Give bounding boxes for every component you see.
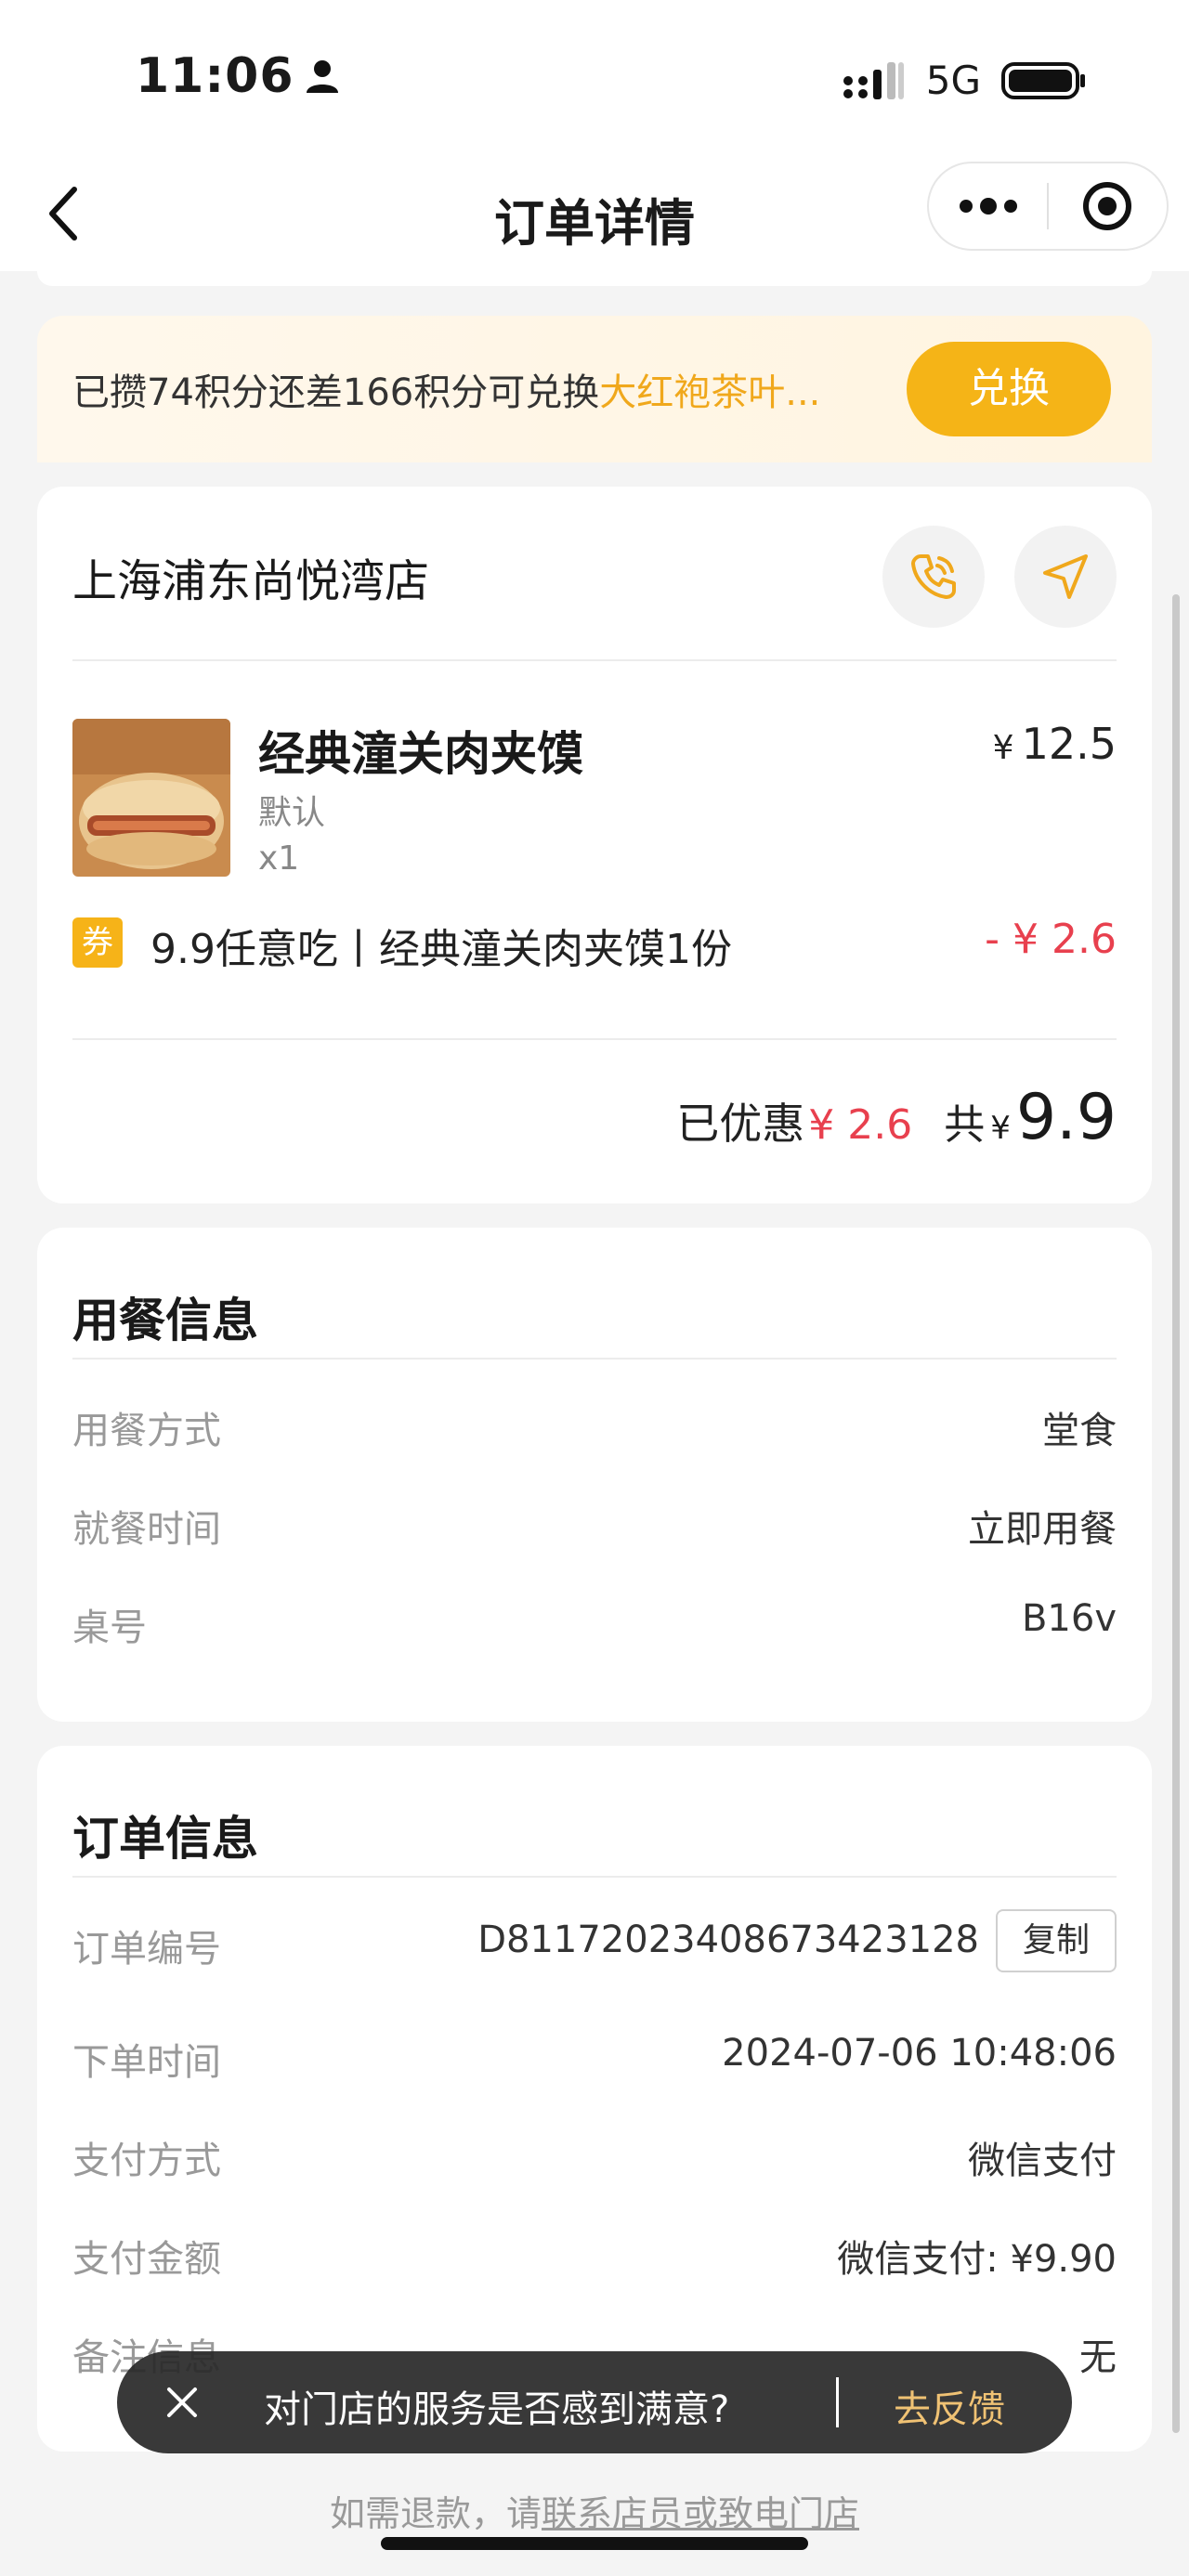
points-banner: 已攒74积分还差166积分可兑换大红袍茶叶... 兑换: [37, 316, 1152, 462]
row-value: 立即用餐: [968, 1508, 1117, 1551]
store-name: 上海浦东尚悦湾店: [72, 555, 430, 607]
item-price: ¥12.5: [993, 719, 1117, 769]
network-label: 5G: [925, 58, 981, 103]
points-reward[interactable]: 大红袍茶叶...: [599, 371, 820, 414]
call-store-button[interactable]: [882, 526, 985, 628]
feedback-toast: 对门店的服务是否感到满意? 去反馈: [117, 2351, 1072, 2453]
dining-info-card: 用餐信息 用餐方式 堂食 就餐时间 立即用餐 桌号 B16v: [37, 1228, 1152, 1722]
previous-card-edge: [37, 271, 1152, 286]
row-key: 支付方式: [72, 2140, 221, 2182]
feedback-link[interactable]: 去反馈: [894, 2379, 1005, 2433]
contact-store-link[interactable]: 联系店员或致电门店: [542, 2493, 859, 2534]
item-price-value: 12.5: [1021, 719, 1117, 769]
refund-prefix: 如需退款，请: [329, 2493, 542, 2534]
more-icon[interactable]: [929, 162, 1047, 251]
status-indicators: 5G: [843, 58, 1087, 103]
discount-label: 已优惠: [676, 1099, 805, 1149]
row-key: 订单编号: [72, 1928, 221, 1971]
navigate-store-button[interactable]: [1014, 526, 1117, 628]
row-value: B16v: [1021, 1597, 1117, 1640]
order-number: D81172023408673423128: [477, 1919, 979, 1961]
divider: [72, 1038, 1117, 1040]
copy-button[interactable]: 复制: [996, 1909, 1117, 1972]
close-mini-program-icon[interactable]: [1049, 162, 1167, 251]
feedback-question: 对门店的服务是否感到满意?: [264, 2388, 730, 2431]
points-text: 已攒74积分还差166积分可兑换大红袍茶叶...: [72, 362, 820, 416]
status-time: 11:06: [136, 48, 341, 104]
row-key: 桌号: [72, 1607, 147, 1649]
section-title: 用餐信息: [72, 1294, 258, 1347]
navigation-arrow-icon: [1043, 554, 1088, 599]
scrollbar[interactable]: [1172, 594, 1180, 2433]
coupon-name: 9.9任意吃丨经典潼关肉夹馍1份: [150, 926, 732, 973]
close-icon[interactable]: [162, 2382, 203, 2423]
item-name: 经典潼关肉夹馍: [258, 727, 583, 781]
phone-icon: [911, 554, 956, 599]
signal-icon: [843, 61, 904, 99]
info-row: 支付金额 微信支付: ¥9.90: [72, 2229, 1117, 2284]
redeem-button[interactable]: 兑换: [907, 342, 1111, 436]
order-summary: 已优惠 ¥ 2.6 共 ¥ 9.9: [676, 1081, 1117, 1154]
section-title: 订单信息: [72, 1812, 258, 1866]
row-value: 无: [1079, 2336, 1117, 2379]
row-key: 支付金额: [72, 2238, 221, 2281]
mini-program-capsule: [927, 162, 1169, 251]
coupon-discount: - ¥ 2.6: [985, 916, 1117, 963]
home-indicator[interactable]: [381, 2537, 808, 2550]
info-row: 就餐时间 立即用餐: [72, 1499, 1117, 1555]
row-value: 微信支付: [968, 2140, 1117, 2182]
info-row: 桌号 B16v: [72, 1597, 1117, 1653]
total-label: 共: [944, 1101, 986, 1149]
info-row: 用餐方式 堂食: [72, 1400, 1117, 1456]
row-value: 堂食: [1042, 1410, 1117, 1452]
row-value: 微信支付: ¥9.90: [837, 2238, 1117, 2281]
feedback-divider: [836, 2377, 839, 2427]
total-value: 9.9: [1015, 1081, 1117, 1154]
item-quantity: x1: [258, 839, 300, 878]
row-key: 下单时间: [72, 2041, 221, 2084]
divider: [72, 1876, 1117, 1878]
time-text: 11:06: [136, 48, 294, 104]
row-value: 2024-07-06 10:48:06: [722, 2032, 1117, 2075]
divider: [72, 659, 1117, 661]
person-icon: [306, 60, 338, 93]
nav-bar: 订单详情: [0, 158, 1189, 271]
order-number-row: 订单编号 D81172023408673423128 复制: [72, 1909, 1117, 1974]
row-key: 用餐方式: [72, 1410, 221, 1452]
divider: [72, 1358, 1117, 1360]
item-spec: 默认: [258, 794, 326, 832]
roujiamo-image: [72, 719, 230, 877]
currency-symbol: ¥: [992, 729, 1014, 767]
store-card: 上海浦东尚悦湾店 经典潼关肉夹馍 默认 x1 ¥12.5 券 9.9任意吃丨经典…: [37, 487, 1152, 1203]
total-currency: ¥: [990, 1110, 1011, 1147]
info-row: 支付方式 微信支付: [72, 2130, 1117, 2186]
discount-value: ¥ 2.6: [808, 1101, 913, 1149]
battery-icon: [1001, 61, 1085, 99]
coupon-tag: 券: [72, 917, 123, 968]
info-row: 下单时间 2024-07-06 10:48:06: [72, 2032, 1117, 2088]
points-prefix: 已攒74积分还差166积分可兑换: [72, 371, 600, 414]
refund-note: 如需退款，请联系店员或致电门店: [0, 2485, 1189, 2536]
row-key: 就餐时间: [72, 1508, 221, 1551]
status-bar: 11:06 5G: [0, 0, 1189, 158]
item-thumbnail: [72, 719, 230, 877]
order-info-card: 订单信息 订单编号 D81172023408673423128 复制 下单时间 …: [37, 1746, 1152, 2452]
